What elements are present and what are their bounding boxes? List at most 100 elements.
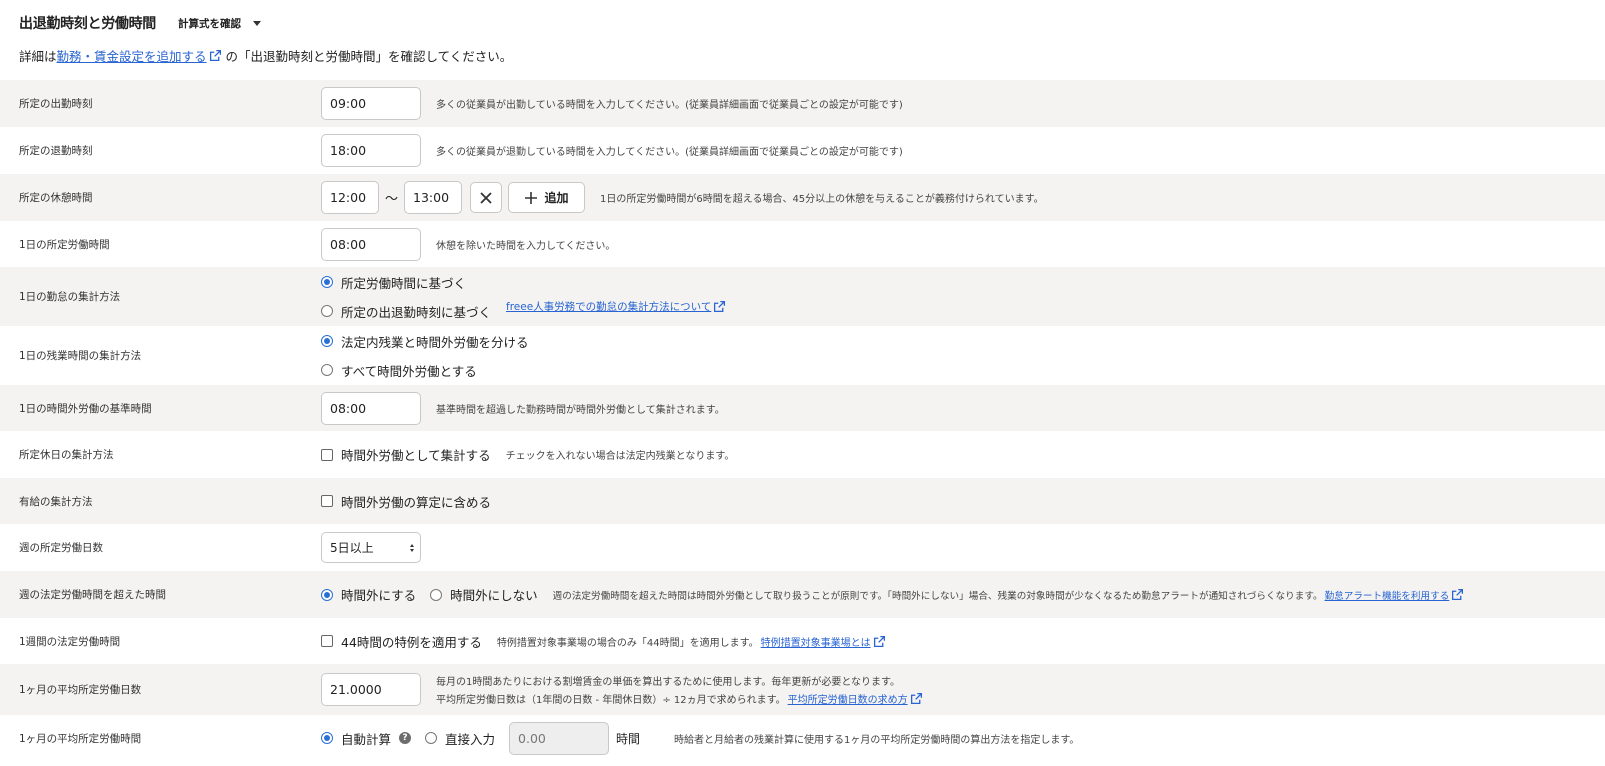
checkbox[interactable] [321,495,333,507]
row-label: 1日の勤怠の集計方法 [19,291,121,303]
row-label: 1日の残業時間の集計方法 [19,350,142,362]
radio-button[interactable] [425,732,438,744]
hint-text: 休憩を除いた時間を入力してください。 [436,240,616,252]
radio-button[interactable] [321,305,333,317]
radio-direct-input[interactable]: 直接入力 [425,729,495,748]
section-header: 出退勤時刻と労働時間 計算式を確認 詳細は 勤務・賃金設定を追加する の「出退勤… [0,0,1605,80]
hint-text: 特例措置対象事業場の場合のみ「44時間」を適用します。 [496,637,759,649]
radio-button[interactable] [430,588,443,601]
paid-leave-checkbox[interactable]: 時間外労働の算定に含める [321,492,491,511]
end-time-input[interactable]: 18:00 [321,134,421,167]
checkbox-label: 時間外労働の算定に含める [341,494,492,510]
holiday-overtime-checkbox[interactable]: 時間外労働として集計する [321,445,491,464]
row-weekly-legal: 1週間の法定労働時間 44時間の特例を適用する 特例措置対象事業場の場合のみ「4… [0,618,1605,664]
avg-days-link[interactable]: 平均所定労働日数の求め方 [788,691,908,706]
radio-scheduled-times[interactable]: 所定の出退勤時刻に基づく [321,302,491,321]
attendance-method-help-link[interactable]: freee人事労務での勤怠の集計方法について [506,299,711,314]
radio-label: 時間外にする [341,588,417,603]
radio-label: 直接入力 [445,731,496,747]
overtime-base-input[interactable]: 08:00 [321,391,421,425]
radio-all-overtime[interactable]: すべて時間外労働とする [321,361,529,380]
row-label: 所定休日の集計方法 [19,449,114,461]
row-label: 所定の出勤時刻 [19,98,93,110]
row-label: 有給の集計方法 [19,495,93,508]
external-link-icon [910,692,923,705]
monthly-hours-input[interactable]: 0.00 [509,721,610,755]
checkbox[interactable] [321,448,333,461]
row-label: 所定の休憩時間 [19,192,93,204]
settings-link[interactable]: 勤務・賃金設定を追加する [57,46,207,65]
desc-prefix: 詳細は [19,49,57,64]
radio-button[interactable] [321,364,333,376]
help-icon[interactable]: ? [399,732,412,744]
add-break-button[interactable]: 追加 [508,182,586,213]
row-label: 週の法定労働時間を超えた時間 [19,589,166,601]
row-end-time: 所定の退勤時刻 18:00 多くの従業員が退勤している時間を入力してください。(… [0,127,1605,174]
radio-button-checked[interactable] [321,588,333,601]
alert-feature-link[interactable]: 勤怠アラート機能を利用する [1325,588,1450,602]
hint-text: チェックを入れない場合は法定内残業となります。 [505,451,735,462]
weekly-days-select[interactable]: 5日以上 [321,532,421,563]
special-workplace-link[interactable]: 特例措置対象事業場とは [761,634,871,649]
checkbox[interactable] [321,635,333,647]
radio-label: 法定内残業と時間外労働を分ける [341,334,529,350]
external-link-icon [209,49,222,62]
radio-split-overtime[interactable]: 法定内残業と時間外労働を分ける [321,332,529,351]
radio-button-checked[interactable] [321,732,333,744]
row-monthly-hours: 1ヶ月の平均所定労働時間 自動計算 ? 直接入力 0.00 時間 時給者と月給者… [0,715,1605,761]
row-label: 週の所定労働日数 [19,542,103,554]
row-overtime-base: 1日の時間外労働の基準時間 08:00 基準時間を超過した勤務時間が時間外労働と… [0,385,1605,431]
row-label: 1週間の法定労働時間 [19,635,121,648]
break-from-input[interactable]: 12:00 [321,181,379,214]
radio-auto-calc[interactable]: 自動計算 [321,729,391,748]
radio-label: 所定労働時間に基づく [341,275,467,291]
external-link-icon [873,635,886,648]
caret-down-icon [253,20,261,26]
radio-label: 時間外にしない [450,588,538,603]
select-arrows-icon [410,543,414,552]
row-holiday-method: 所定休日の集計方法 時間外労働として集計する チェックを入れない場合は法定内残業… [0,431,1605,478]
monthly-days-input[interactable]: 21.0000 [321,673,421,706]
radio-weekly-no-overtime[interactable]: 時間外にしない [430,585,538,604]
row-label: 1ヶ月の平均所定労働時間 [19,732,142,745]
row-overtime-method: 1日の残業時間の集計方法 法定内残業と時間外労働を分ける すべて時間外労働とする [0,326,1605,385]
start-time-input[interactable]: 09:00 [321,87,421,120]
row-start-time: 所定の出勤時刻 09:00 多くの従業員が出勤している時間を入力してください。(… [0,80,1605,127]
add-button-label: 追加 [544,191,569,205]
special-44h-checkbox[interactable]: 44時間の特例を適用する [321,632,482,651]
checkbox-label: 時間外労働として集計する [341,448,491,463]
remove-break-button[interactable] [470,182,503,213]
row-label: 所定の退勤時刻 [19,145,93,157]
checkbox-label: 44時間の特例を適用する [341,634,482,650]
row-break-time: 所定の休憩時間 12:00 〜 13:00 追加 1日の所定労働時間が6時間を超… [0,174,1605,221]
row-weekly-days: 週の所定労働日数 5日以上 [0,524,1605,571]
radio-label: 所定の出退勤時刻に基づく [341,304,492,320]
row-paid-leave-method: 有給の集計方法 時間外労働の算定に含める [0,478,1605,524]
formula-label: 計算式を確認 [178,17,241,30]
plus-icon [524,191,537,204]
select-value: 5日以上 [330,541,374,555]
daily-hours-input[interactable]: 08:00 [321,227,421,261]
unit-label: 時間 [616,731,641,746]
hint-text: 毎月の1時間あたりにおける割増賃金の単価を算出するために使用します。毎年更新が必… [436,677,901,688]
radio-button-checked[interactable] [321,276,333,288]
radio-button-checked[interactable] [321,335,333,347]
hint-text: 多くの従業員が退勤している時間を入力してください。(従業員詳細画面で従業員ごとの… [436,147,903,158]
external-link-icon [713,300,726,313]
hint-text: 時給者と月給者の残業計算に使用する1ヶ月の平均所定労働時間の算出方法を指定します… [674,734,1080,746]
close-icon [480,191,492,204]
radio-label: 自動計算 [341,731,392,747]
external-link-icon [1451,588,1464,601]
row-daily-hours: 1日の所定労働時間 08:00 休憩を除いた時間を入力してください。 [0,221,1605,267]
row-label: 1ヶ月の平均所定労働日数 [19,684,142,696]
formula-toggle[interactable]: 計算式を確認 [178,16,261,31]
radio-scheduled-hours[interactable]: 所定労働時間に基づく [321,273,491,292]
radio-weekly-overtime[interactable]: 時間外にする [321,585,416,604]
desc-suffix: の「出退勤時刻と労働時間」を確認してください。 [225,49,513,64]
row-weekly-over: 週の法定労働時間を超えた時間 時間外にする 時間外にしない 週の法定労働時間を超… [0,571,1605,618]
row-attendance-method: 1日の勤怠の集計方法 所定労働時間に基づく 所定の出退勤時刻に基づく freee… [0,267,1605,326]
row-label: 1日の時間外労働の基準時間 [19,402,152,415]
break-to-input[interactable]: 13:00 [404,181,463,214]
hint-text: 週の法定労働時間を超えた時間は時間外労働として取り扱うことが原則です。「時間外に… [552,590,1323,602]
hint-text: 基準時間を超過した勤務時間が時間外労働として集計されます。 [436,404,725,416]
